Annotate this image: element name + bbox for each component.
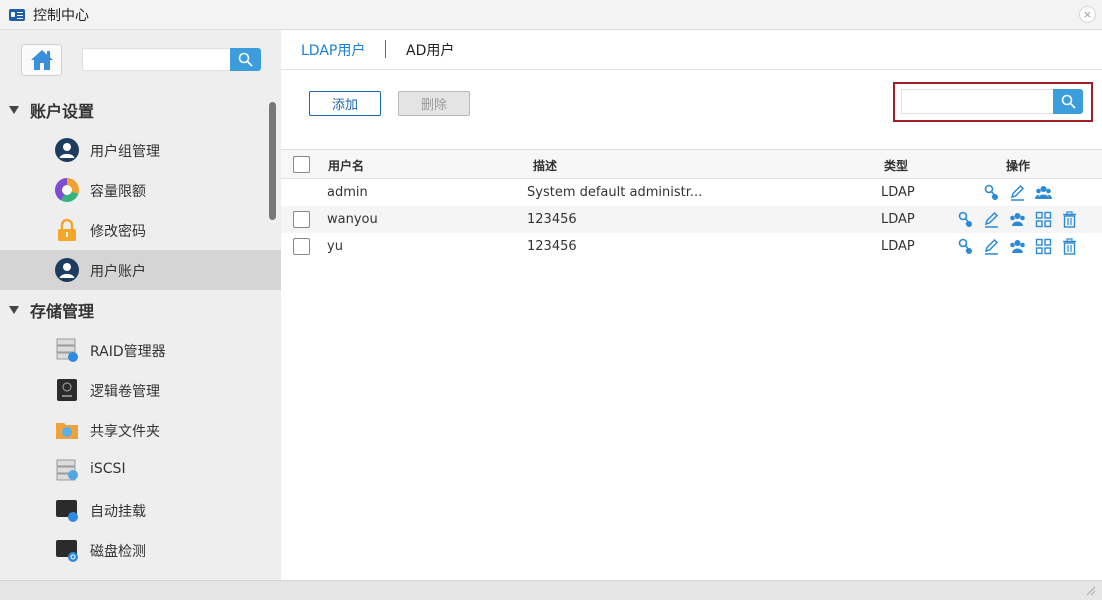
user-search-button[interactable] [1053,89,1083,114]
sidebar-item-user-account[interactable]: 用户账户 [0,250,281,290]
tab-ad-users[interactable]: AD用户 [406,40,454,60]
select-all-checkbox[interactable] [293,156,310,173]
cell-type: LDAP [881,239,915,254]
sidebar-search-button[interactable] [230,48,261,71]
sidebar-item-user-group[interactable]: 用户组管理 [0,130,281,170]
sidebar-item-label: 用户账户 [90,264,146,280]
trash-icon[interactable] [1061,211,1078,228]
table-row[interactable]: admin System default administr... LDAP [281,179,1102,206]
edit-icon[interactable] [983,238,1000,255]
header-username: 用户名 [328,159,365,173]
sidebar-item-label: 自动挂载 [90,504,146,520]
lock-icon [58,218,76,241]
sidebar-search-input[interactable] [82,48,230,71]
app-permission-icon[interactable] [1035,238,1052,255]
sidebar-item-raid[interactable]: RAID管理器 [0,330,281,370]
row-checkbox[interactable] [293,238,310,255]
cell-description: 123456 [527,239,577,254]
user-permission-icon[interactable] [983,184,1000,201]
sidebar-item-label: 共享文件夹 [90,424,160,440]
sidebar: 账户设置 用户组管理 容量限额 修改密码 用户账户 存储管理 RAID管理器 逻… [0,30,281,580]
sidebar-item-disk-check[interactable]: 磁盘检测 [0,530,281,570]
header-type: 类型 [884,159,909,173]
search-icon [1061,94,1075,109]
user-permission-icon[interactable] [957,211,974,228]
cell-username: wanyou [327,212,378,227]
sidebar-item-shared-folder[interactable]: 共享文件夹 [0,410,281,450]
quota-icon [55,178,79,202]
section-account-settings[interactable]: 账户设置 [0,92,268,128]
user-account-icon [55,258,79,282]
sidebar-item-label: 容量限额 [90,184,146,200]
sidebar-item-change-password[interactable]: 修改密码 [0,210,281,250]
iscsi-icon [56,459,78,481]
table-header: 用户名 描述 类型 操作 [281,149,1102,179]
resize-grip-icon[interactable] [1086,586,1096,596]
home-button[interactable] [21,44,62,76]
main-panel: LDAP用户 AD用户 添加 删除 用户名 描述 类型 操作 admin Sys… [281,30,1102,580]
user-group-icon [55,138,79,162]
row-checkbox[interactable] [293,211,310,228]
sidebar-item-label: 逻辑卷管理 [90,384,160,400]
collapse-triangle-icon [9,306,19,314]
sidebar-item-iscsi[interactable]: iSCSI [0,450,281,490]
table-row[interactable]: yu 123456 LDAP [281,233,1102,260]
sidebar-item-label: 修改密码 [90,224,146,240]
trash-icon[interactable] [1061,238,1078,255]
delete-button[interactable]: 删除 [398,91,470,116]
tab-divider [385,40,386,58]
section-storage-management[interactable]: 存储管理 [0,292,268,328]
cell-username: yu [327,239,343,254]
raid-icon [56,338,78,362]
close-button[interactable]: × [1079,6,1096,23]
user-search-input[interactable] [901,89,1054,114]
disk-check-icon [56,540,78,562]
edit-icon[interactable] [983,211,1000,228]
sidebar-item-quota[interactable]: 容量限额 [0,170,281,210]
cell-username: admin [327,185,368,200]
status-bar [0,580,1102,600]
cell-description: 123456 [527,212,577,227]
sidebar-item-lvm[interactable]: 逻辑卷管理 [0,370,281,410]
cell-description: System default administr... [527,185,703,200]
group-members-icon[interactable] [1009,238,1026,255]
add-button[interactable]: 添加 [309,91,381,116]
shared-folder-icon [56,423,78,439]
title-bar: 控制中心 × [0,0,1102,30]
table-row[interactable]: wanyou 123456 LDAP [281,206,1102,233]
header-actions: 操作 [1006,159,1031,173]
cell-type: LDAP [881,212,915,227]
sidebar-item-automount[interactable]: 自动挂载 [0,490,281,530]
sidebar-item-label: RAID管理器 [90,344,166,360]
sidebar-item-label: iSCSI [90,461,126,477]
sidebar-item-partial[interactable] [0,570,281,580]
group-members-icon[interactable] [1035,184,1052,201]
user-permission-icon[interactable] [957,238,974,255]
window-title: 控制中心 [33,7,89,24]
lvm-icon [57,379,77,401]
home-icon [30,50,53,70]
edit-icon[interactable] [1009,184,1026,201]
collapse-triangle-icon [9,106,19,114]
tab-ldap-users[interactable]: LDAP用户 [301,40,365,60]
app-permission-icon[interactable] [1035,211,1052,228]
cell-type: LDAP [881,185,915,200]
sidebar-item-label: 用户组管理 [90,144,160,160]
header-description: 描述 [533,159,558,173]
sidebar-item-label: 磁盘检测 [90,544,146,560]
group-members-icon[interactable] [1009,211,1026,228]
section-label: 存储管理 [30,302,95,321]
control-center-icon [9,8,25,21]
automount-icon [56,500,78,522]
section-label: 账户设置 [30,102,95,121]
search-icon [238,52,253,67]
tab-bar: LDAP用户 AD用户 [281,30,1102,70]
